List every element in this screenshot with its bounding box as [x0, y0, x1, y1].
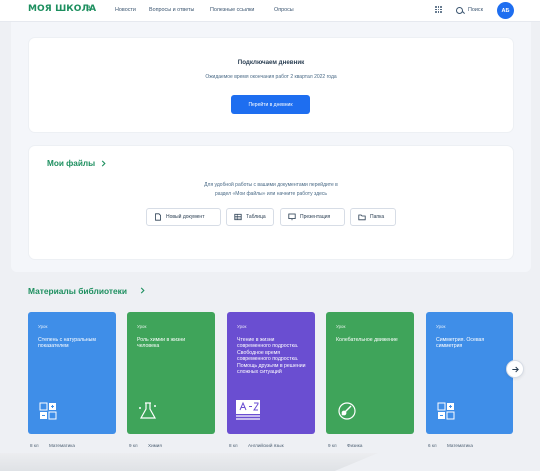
- go-to-diary-button[interactable]: Перейти в дневник: [231, 95, 310, 114]
- card-kind: Урок: [137, 324, 147, 329]
- new-document-label: Новый документ: [166, 214, 205, 220]
- card-grade: 6 кл: [428, 443, 437, 448]
- card-subject: Английский язык: [248, 443, 284, 448]
- nav-faq[interactable]: Вопросы и ответы: [149, 7, 194, 13]
- library-card[interactable]: Урок Роль химии в жизни человека: [127, 312, 215, 434]
- my-files-card: Мои файлы Для удобной работы с вашими до…: [29, 146, 513, 259]
- card-title: Степень с натуральным показателем: [38, 337, 96, 350]
- folder-button[interactable]: Папка: [350, 208, 396, 226]
- card-subject: Химия: [148, 443, 162, 448]
- presentation-icon: [288, 213, 296, 221]
- presentation-button[interactable]: Презентация: [280, 208, 345, 226]
- diary-subtitle: Ожидаемое время окончания работ 2 кварта…: [205, 74, 337, 80]
- spreadsheet-button[interactable]: Таблица: [226, 208, 274, 226]
- nav-news[interactable]: Новости: [115, 7, 136, 13]
- new-document-button[interactable]: Новый документ: [146, 208, 221, 226]
- calculator-icon: [39, 402, 57, 420]
- presentation-label: Презентация: [300, 214, 331, 220]
- nav-polls[interactable]: Опросы: [274, 7, 294, 13]
- bottom-decoration: [0, 453, 378, 471]
- card-title: Симметрия. Осевая симметрия: [436, 337, 485, 350]
- library-card[interactable]: Урок Симметрия. Осевая симметрия: [426, 312, 513, 434]
- chevron-right-icon[interactable]: [100, 160, 107, 167]
- diary-card: Подключаем дневник Ожидаемое время оконч…: [29, 38, 513, 132]
- card-title: Чтение в жизни современного подростка. С…: [237, 337, 306, 376]
- my-files-title[interactable]: Мои файлы: [47, 159, 95, 168]
- nav-useful-links[interactable]: Полезные ссылки: [210, 7, 254, 13]
- card-grade: 8 кл: [30, 443, 39, 448]
- beta-mark: β: [87, 6, 91, 12]
- pendulum-icon: [338, 402, 356, 420]
- library-card[interactable]: Урок Чтение в жизни современного подрост…: [227, 312, 315, 434]
- card-kind: Урок: [38, 324, 48, 329]
- spreadsheet-label: Таблица: [246, 214, 266, 220]
- apps-grid-icon[interactable]: [435, 6, 442, 13]
- card-title: Колебательное движение: [336, 337, 398, 343]
- my-files-description-line1: Для удобной работы с вашими документами …: [204, 182, 338, 188]
- card-grade: 9 кл: [328, 443, 337, 448]
- folder-icon: [358, 214, 366, 221]
- card-grade: 9 кл: [129, 443, 138, 448]
- search-icon: [456, 6, 463, 14]
- user-avatar[interactable]: АБ: [497, 2, 514, 19]
- card-subject: Физика: [347, 443, 363, 448]
- my-files-description-line2: раздел «Мои файлы» или начните работу зд…: [214, 191, 328, 197]
- chevron-right-icon[interactable]: [139, 287, 146, 294]
- search-label: Поиск: [468, 7, 483, 13]
- card-kind: Урок: [336, 324, 346, 329]
- card-kind: Урок: [436, 324, 446, 329]
- card-kind: Урок: [237, 324, 247, 329]
- carousel-next-button[interactable]: [506, 360, 524, 378]
- logo[interactable]: МОЯ ШКОЛА: [28, 4, 96, 14]
- top-header: МОЯ ШКОЛА β Новости Вопросы и ответы Пол…: [0, 0, 540, 22]
- flask-icon: [139, 402, 157, 419]
- document-icon: [155, 213, 161, 221]
- my-files-description: Для удобной работы с вашими документами …: [29, 181, 513, 199]
- table-icon: [234, 213, 242, 221]
- diary-title: Подключаем дневник: [237, 59, 305, 66]
- library-title[interactable]: Материалы библиотеки: [28, 286, 127, 296]
- card-subject: Математика: [49, 443, 75, 448]
- card-title: Роль химии в жизни человека: [137, 337, 186, 350]
- library-card[interactable]: Урок Степень с натуральным показателем: [28, 312, 116, 434]
- arrow-right-icon: [511, 366, 519, 372]
- folder-label: Папка: [370, 214, 385, 220]
- library-card[interactable]: Урок Колебательное движение: [326, 312, 414, 434]
- card-grade: 8 кл: [229, 443, 238, 448]
- card-subject: Математика: [447, 443, 473, 448]
- search-button[interactable]: Поиск: [456, 4, 483, 16]
- book-icon: [236, 400, 260, 420]
- calculator-icon: [437, 402, 455, 420]
